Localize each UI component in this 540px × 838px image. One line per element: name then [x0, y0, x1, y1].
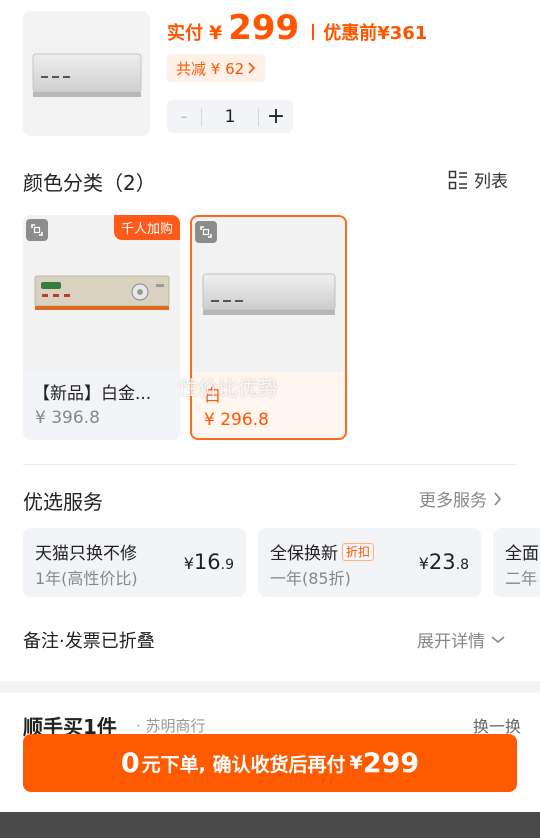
more-services-label: 更多服务	[419, 491, 487, 511]
chevron-down-icon	[491, 636, 505, 644]
system-bottom-bar	[0, 812, 540, 838]
quantity-stepper[interactable]: - 1 +	[167, 100, 293, 133]
submit-order-button[interactable]: 0 元下单, 确认收货后再付 ¥ 299	[23, 734, 517, 792]
note-invoice-label: 备注·发票已折叠	[23, 631, 155, 652]
services-title: 优选服务	[23, 490, 103, 514]
discount-badge[interactable]: 共减 ¥ 62	[167, 54, 266, 82]
service-subtitle: 一年(85折)	[270, 569, 351, 588]
color-section-title: 颜色分类（2）	[23, 171, 156, 195]
discount-text: 共减 ¥ 62	[176, 59, 245, 78]
popular-tag: 千人加购	[113, 215, 180, 240]
service-title: 天猫只换不修	[35, 544, 137, 564]
variant-price: ¥ 396.8	[35, 408, 100, 428]
section-separator	[0, 681, 540, 693]
white-gold-device-image	[34, 275, 169, 310]
price-separator	[312, 24, 315, 40]
cta-currency: ¥	[349, 752, 363, 774]
variant-name: 【新品】白金...	[33, 384, 152, 404]
chevron-right-icon	[494, 491, 502, 506]
list-toggle-label: 列表	[474, 172, 508, 192]
more-services-link[interactable]: 更多服务	[419, 486, 502, 511]
expand-details-link[interactable]: 展开详情	[417, 627, 505, 652]
color-variant-card-selected[interactable]: 白 ¥ 296.8	[190, 215, 347, 440]
discount-tag: 折扣	[342, 542, 375, 561]
chevron-right-icon	[248, 62, 256, 74]
color-variant-card[interactable]: 千人加购 【新品】白金... ¥ 396.8	[23, 215, 180, 440]
section-divider	[23, 464, 517, 465]
silver-device-image	[202, 273, 335, 315]
variant-price: ¥ 296.8	[204, 410, 269, 430]
expand-details-label: 展开详情	[417, 632, 485, 652]
watermark: 性价比优势	[178, 376, 278, 400]
service-subtitle: 二年	[505, 569, 538, 588]
price-line: 实付 ¥ 299 优惠前 ¥361	[167, 8, 427, 48]
cta-amount: 299	[362, 747, 420, 779]
actual-price: 299	[228, 8, 300, 48]
decrease-button[interactable]: -	[167, 106, 201, 127]
silver-device-image	[32, 53, 141, 97]
service-price: ¥16.9	[183, 550, 234, 574]
pre-discount-price: ¥361	[377, 23, 428, 44]
service-card[interactable]: 全保换新 折扣 一年(85折) ¥23.8	[258, 528, 481, 597]
pre-discount-label: 优惠前	[323, 23, 378, 44]
service-price: ¥23.8	[418, 550, 469, 574]
service-card-partial[interactable]: 全面 二年	[493, 528, 540, 597]
service-subtitle: 1年(高性价比)	[35, 569, 138, 588]
add-on-section: 顺手买1件 · 苏明商行 换一换	[23, 707, 523, 737]
service-card[interactable]: 天猫只换不修 1年(高性价比) ¥16.9	[23, 528, 246, 597]
quantity-value[interactable]: 1	[202, 107, 258, 127]
service-title: 全保换新 折扣	[270, 539, 375, 564]
currency-symbol: ¥	[209, 22, 223, 44]
expand-icon[interactable]	[195, 221, 217, 243]
cta-text: 元下单, 确认收货后再付	[141, 753, 346, 776]
service-title: 全面	[505, 544, 539, 564]
cta-zero: 0	[120, 747, 140, 779]
list-view-toggle[interactable]: 列表	[448, 167, 508, 192]
actual-price-label: 实付	[167, 23, 203, 44]
increase-button[interactable]: +	[259, 104, 293, 129]
expand-icon[interactable]	[26, 219, 48, 241]
list-icon	[448, 170, 467, 189]
product-thumbnail[interactable]	[23, 11, 150, 136]
add-on-store: · 苏明商行	[136, 717, 206, 735]
